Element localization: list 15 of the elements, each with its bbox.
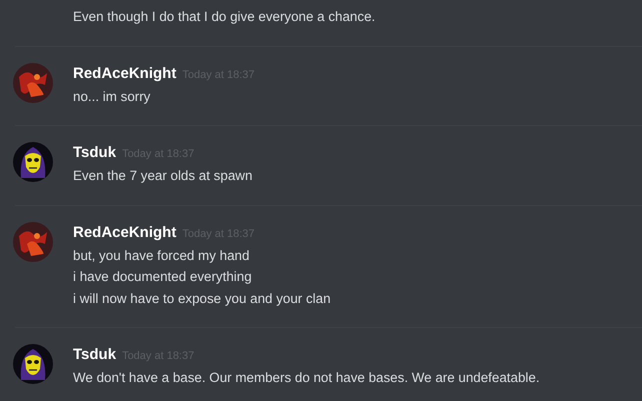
fiery-avatar-icon bbox=[13, 222, 53, 262]
message-text: i have documented everything bbox=[73, 268, 253, 286]
skull-avatar-icon bbox=[13, 142, 53, 182]
skull-avatar-icon bbox=[13, 344, 53, 384]
author-name[interactable]: Tsduk bbox=[73, 143, 116, 163]
author-name[interactable]: RedAceKnight bbox=[73, 222, 176, 242]
message-text: i will now have to expose you and your clan bbox=[73, 290, 331, 308]
message-text: no... im sorry bbox=[73, 88, 152, 106]
fiery-avatar-icon bbox=[13, 62, 53, 102]
message-text: Even though I do that I do give everyone a chance. bbox=[73, 8, 376, 26]
message-text: We don't have a base. Our members do not have bases. We are undefeatable. bbox=[73, 369, 540, 387]
message-text: but, you have forced my hand bbox=[73, 246, 250, 265]
message-text: Even the 7 year olds at spawn bbox=[73, 167, 252, 185]
author-name[interactable]: RedAceKnight bbox=[73, 64, 176, 84]
author-name[interactable]: Tsduk bbox=[73, 345, 116, 365]
